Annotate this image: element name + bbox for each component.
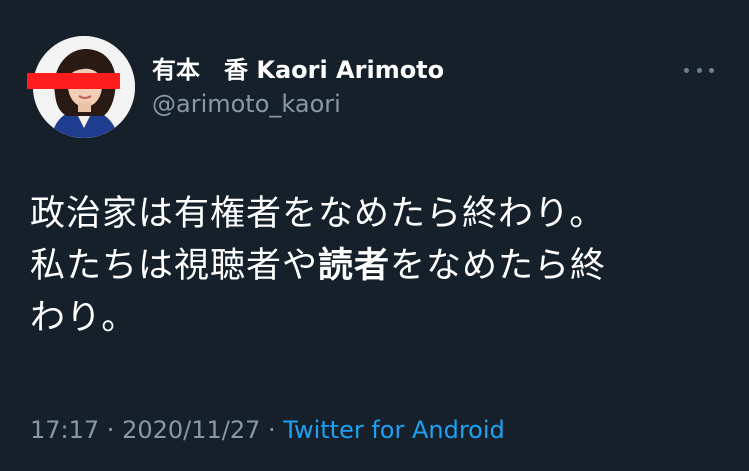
meta-separator: ·: [99, 416, 123, 444]
meta-separator: ·: [260, 416, 284, 444]
tweet-line: 私たちは視聴者や読者をなめたら終: [30, 240, 720, 292]
author-display-name[interactable]: 有本 香 Kaori Arimoto: [152, 56, 444, 84]
more-options-button[interactable]: [684, 62, 714, 78]
tweet-text-segment: をなめたら終: [390, 246, 607, 286]
tweet-line: 政治家は有権者をなめたら終わり。: [30, 194, 606, 234]
tweet-line: わり。: [30, 298, 138, 338]
tweet-source-link[interactable]: Twitter for Android: [283, 416, 504, 444]
tweet-text-segment: 私たちは視聴者や: [30, 246, 319, 286]
more-horizontal-icon: [684, 67, 689, 73]
tweet-text-bold: 読者: [318, 246, 391, 286]
more-horizontal-icon-dot: [696, 67, 702, 73]
more-horizontal-icon-dot: [709, 67, 714, 73]
author-handle[interactable]: @arimoto_kaori: [152, 90, 341, 118]
tweet-card: 有本 香 Kaori Arimoto @arimoto_kaori 政治家は有権…: [0, 0, 749, 471]
censor-bar: [27, 73, 120, 89]
tweet-text: 政治家は有権者をなめたら終わり。 私たちは視聴者や読者をなめたら終 わり。: [30, 188, 720, 344]
tweet-time[interactable]: 17:17: [30, 416, 99, 444]
tweet-meta: 17:17 · 2020/11/27 · Twitter for Android: [30, 413, 505, 447]
tweet-date[interactable]: 2020/11/27: [122, 416, 260, 444]
